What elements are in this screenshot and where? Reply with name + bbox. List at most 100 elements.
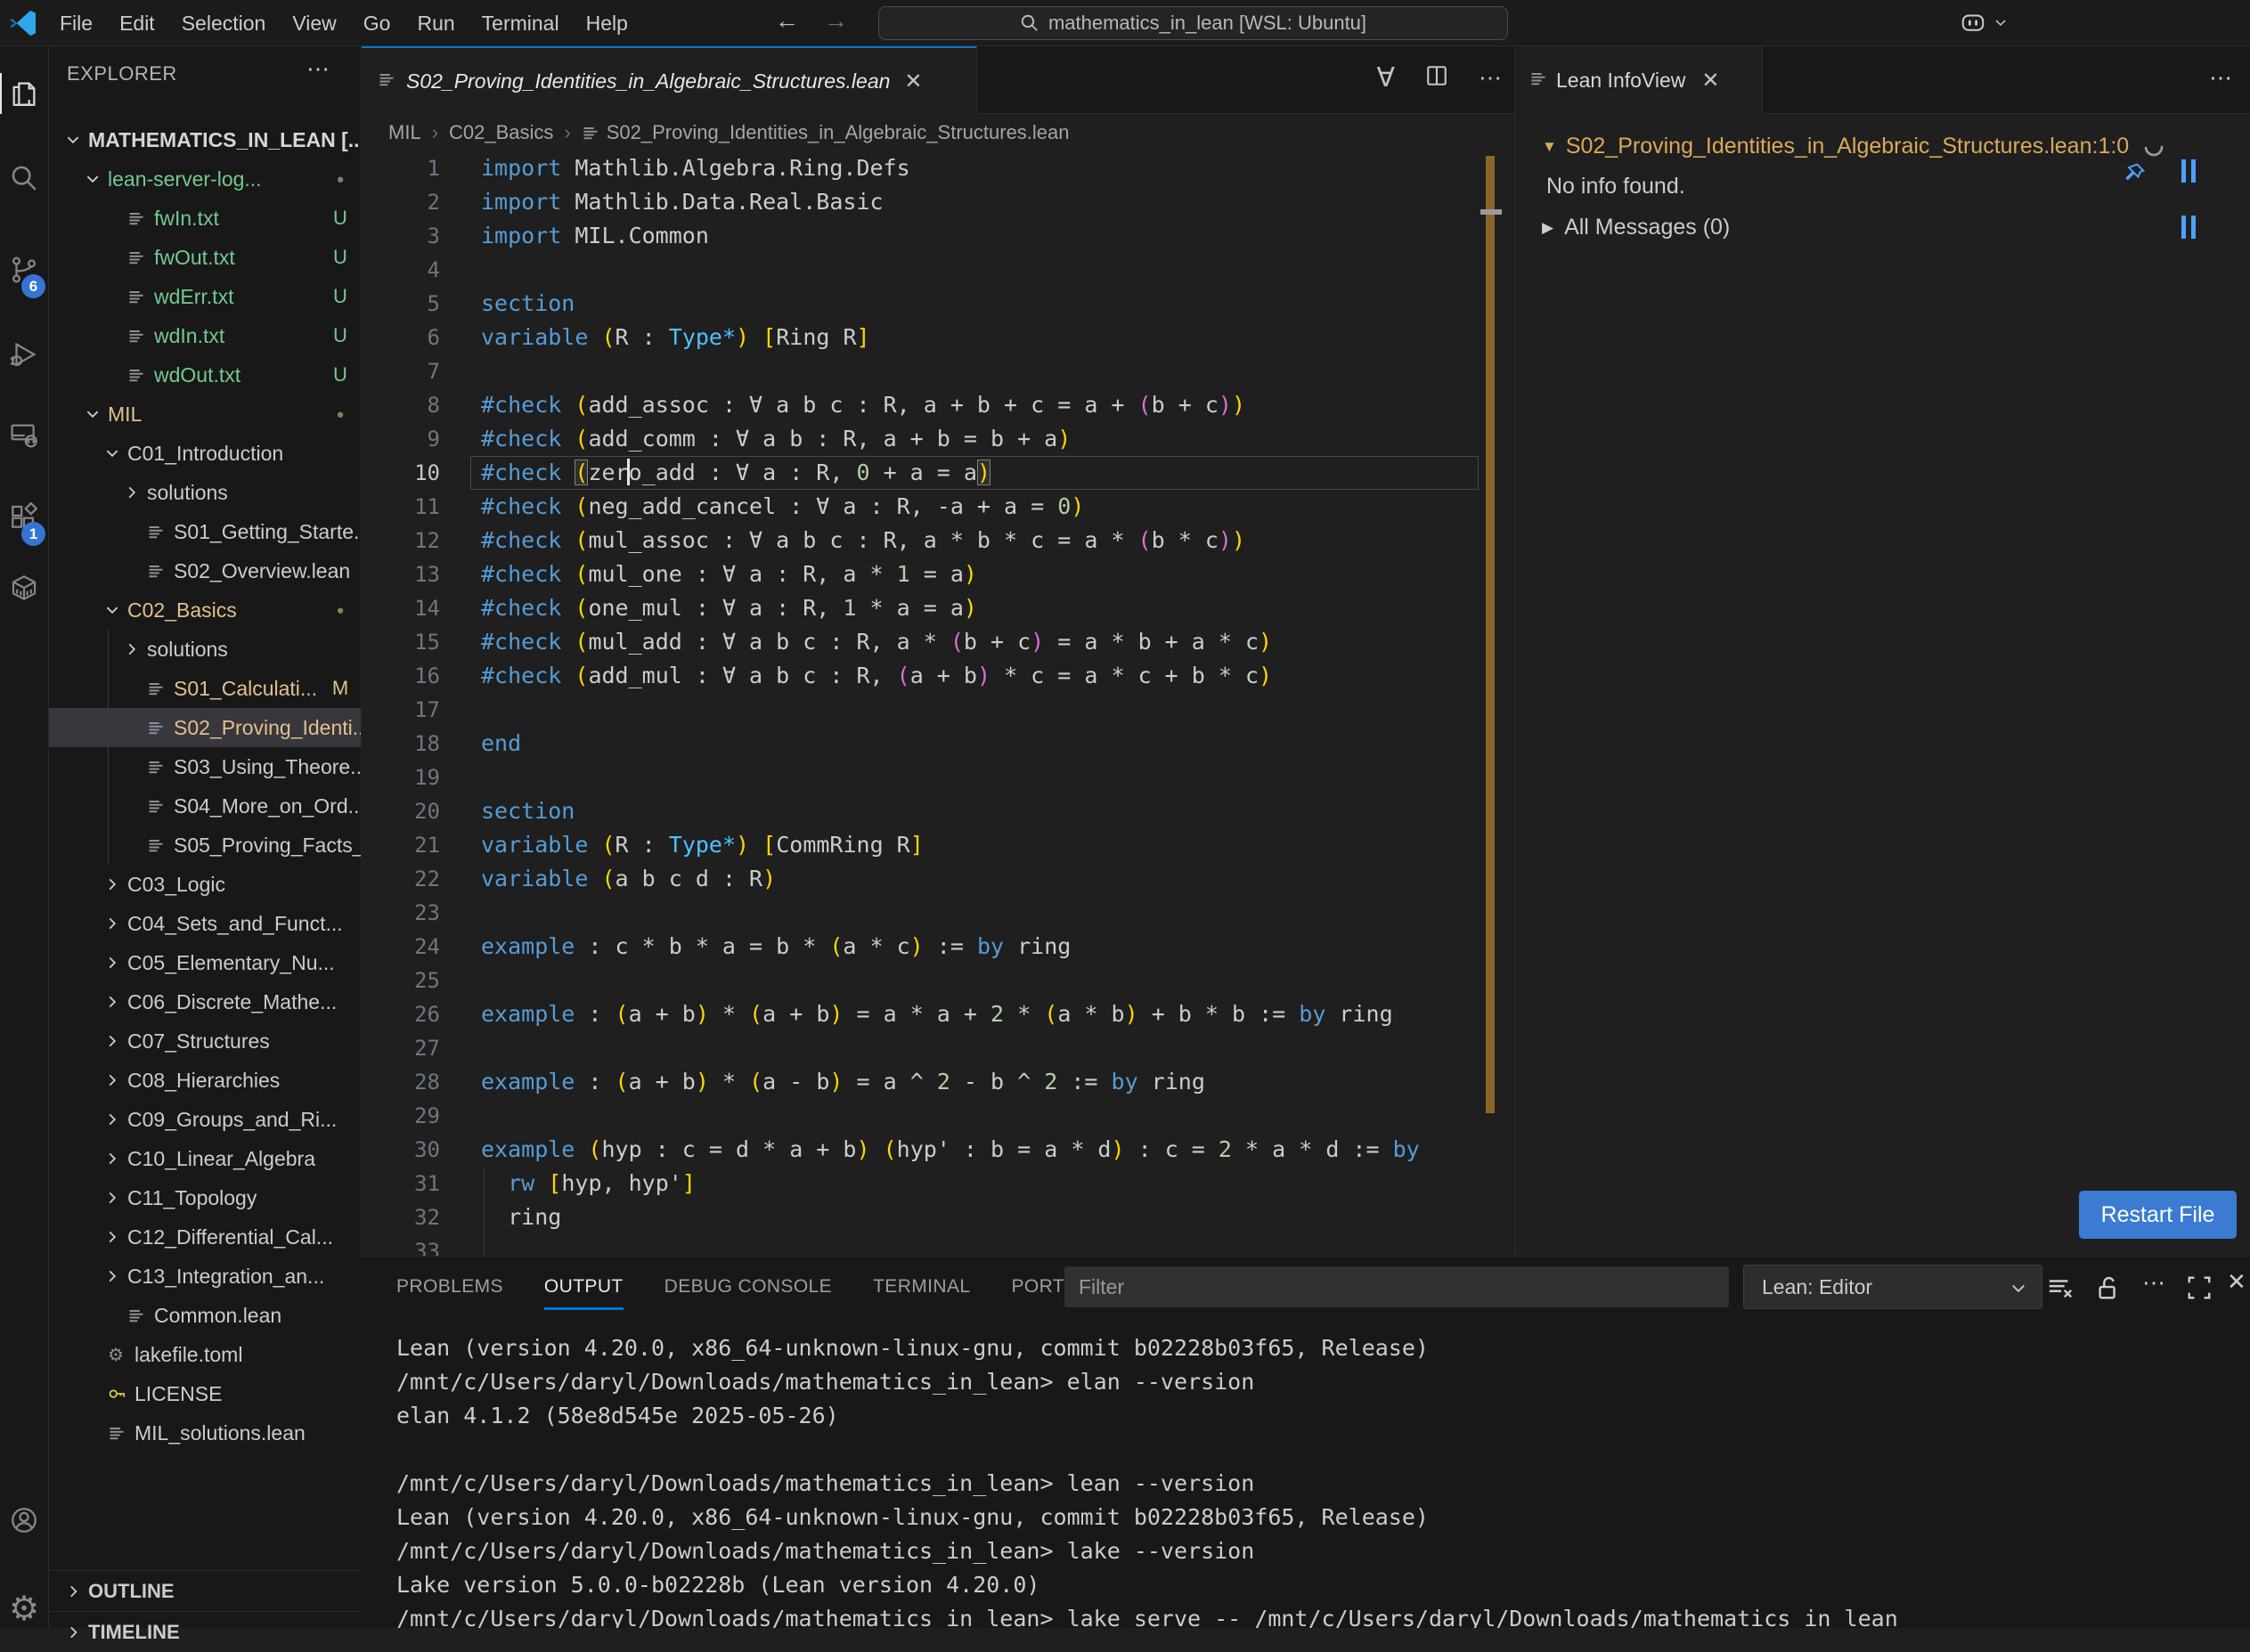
- menu-file[interactable]: File: [46, 6, 106, 41]
- code-line-31[interactable]: 31 rw [hyp, hyp']: [362, 1167, 1514, 1200]
- tree-item-c03-logic[interactable]: C03_Logic: [49, 865, 361, 904]
- unlock-icon[interactable]: [2095, 1274, 2122, 1306]
- code-line-8[interactable]: 8#check (add_assoc : ∀ a b c : R, a + b …: [362, 388, 1514, 422]
- menu-help[interactable]: Help: [573, 6, 641, 41]
- tree-item-s04-more-on-ord-[interactable]: S04_More_on_Ord...: [49, 786, 361, 826]
- code-line-30[interactable]: 30example (hyp : c = d * a + b) (hyp' : …: [362, 1133, 1514, 1167]
- tree-item-c09-groups-and-ri-[interactable]: C09_Groups_and_Ri...: [49, 1100, 361, 1139]
- code-line-25[interactable]: 25: [362, 964, 1514, 997]
- tree-item-c12-differential-cal-[interactable]: C12_Differential_Cal...: [49, 1217, 361, 1257]
- infoview-all-messages[interactable]: ▶ All Messages (0): [1542, 215, 1730, 240]
- split-editor-icon[interactable]: [1425, 64, 1448, 92]
- menu-go[interactable]: Go: [350, 6, 404, 41]
- breadcrumb-item[interactable]: C02_Basics: [449, 121, 553, 144]
- tree-item-license[interactable]: LICENSE: [49, 1374, 361, 1413]
- code-line-1[interactable]: 1import Mathlib.Algebra.Ring.Defs: [362, 151, 1514, 185]
- code-line-21[interactable]: 21variable (R : Type*) [CommRing R]: [362, 828, 1514, 862]
- settings-gear-icon[interactable]: ⚙: [9, 1589, 41, 1621]
- code-line-10[interactable]: 10#check (zero_add : ∀ a : R, 0 + a = a): [362, 456, 1514, 490]
- tree-item-c13-integration-an-[interactable]: C13_Integration_an...: [49, 1257, 361, 1296]
- pause-updates-icon[interactable]: [2181, 159, 2196, 183]
- code-line-16[interactable]: 16#check (add_mul : ∀ a b c : R, (a + b)…: [362, 659, 1514, 693]
- editor-tab-active[interactable]: S02_Proving_Identities_in_Algebraic_Stru…: [362, 46, 977, 114]
- timeline-section[interactable]: TIMELINE: [49, 1611, 361, 1652]
- nav-back-arrow[interactable]: ←: [775, 7, 799, 35]
- output-channel-dropdown[interactable]: Lean: Editor: [1743, 1265, 2042, 1309]
- tree-item-s05-proving-facts-[interactable]: S05_Proving_Facts_...: [49, 826, 361, 865]
- breadcrumb-item[interactable]: MIL: [388, 121, 421, 144]
- run-debug-icon[interactable]: [9, 339, 41, 371]
- expand-triangle-icon[interactable]: ▶: [1542, 219, 1553, 237]
- tree-item-fwout-txt[interactable]: fwOut.txtU: [49, 238, 361, 277]
- panel-tab-debug-console[interactable]: DEBUG CONSOLE: [664, 1257, 832, 1317]
- restart-file-button[interactable]: Restart File: [2079, 1191, 2237, 1239]
- menu-selection[interactable]: Selection: [168, 6, 280, 41]
- tree-item-c08-hierarchies[interactable]: C08_Hierarchies: [49, 1061, 361, 1100]
- code-line-3[interactable]: 3import MIL.Common: [362, 219, 1514, 253]
- tree-item-c02-basics[interactable]: C02_Basics●: [49, 590, 361, 630]
- code-line-9[interactable]: 9#check (add_comm : ∀ a b : R, a + b = b…: [362, 422, 1514, 456]
- tree-item-s02-proving-identi-[interactable]: S02_Proving_Identi...: [49, 708, 361, 747]
- tree-item-wdout-txt[interactable]: wdOut.txtU: [49, 355, 361, 395]
- code-editor[interactable]: 1import Mathlib.Algebra.Ring.Defs2import…: [362, 151, 1514, 1256]
- code-line-18[interactable]: 18end: [362, 727, 1514, 761]
- tree-item-c10-linear-algebra[interactable]: C10_Linear_Algebra: [49, 1139, 361, 1178]
- panel-more-actions-icon[interactable]: ⋯: [2142, 1269, 2165, 1297]
- output-filter-input[interactable]: Filter: [1064, 1266, 1729, 1307]
- breadcrumb[interactable]: MIL›C02_Basics›S02_Proving_Identities_in…: [362, 114, 1514, 151]
- tree-item-lakefile-toml[interactable]: ⚙lakefile.toml: [49, 1335, 361, 1374]
- tree-item-s03-using-theore-[interactable]: S03_Using_Theore...: [49, 747, 361, 786]
- code-line-2[interactable]: 2import Mathlib.Data.Real.Basic: [362, 185, 1514, 219]
- code-line-4[interactable]: 4: [362, 253, 1514, 287]
- explorer-more-actions-icon[interactable]: ⋯: [306, 55, 330, 83]
- infoview-file-position[interactable]: ▼ S02_Proving_Identities_in_Algebraic_St…: [1542, 134, 2164, 159]
- panel-tab-terminal[interactable]: TERMINAL: [873, 1257, 970, 1317]
- panel-tab-output[interactable]: OUTPUT: [544, 1257, 624, 1317]
- pause-all-messages-icon[interactable]: [2181, 216, 2196, 239]
- output-log[interactable]: Lean (version 4.20.0, x86_64-unknown-lin…: [396, 1331, 2241, 1628]
- tree-item-solutions[interactable]: solutions: [49, 473, 361, 512]
- code-line-20[interactable]: 20section: [362, 794, 1514, 828]
- collapse-triangle-icon[interactable]: ▼: [1542, 138, 1557, 156]
- code-line-14[interactable]: 14#check (one_mul : ∀ a : R, 1 * a = a): [362, 591, 1514, 625]
- tree-item-c07-structures[interactable]: C07_Structures: [49, 1021, 361, 1061]
- code-line-24[interactable]: 24example : c * b * a = b * (a * c) := b…: [362, 930, 1514, 964]
- breadcrumb-item[interactable]: S02_Proving_Identities_in_Algebraic_Stru…: [607, 121, 1070, 144]
- panel-tab-problems[interactable]: PROBLEMS: [396, 1257, 503, 1317]
- tree-item-s02-overview-lean[interactable]: S02_Overview.lean: [49, 551, 361, 590]
- code-line-19[interactable]: 19: [362, 761, 1514, 794]
- tree-item-mathematics-in-lean-[interactable]: MATHEMATICS_IN_LEAN [...: [49, 120, 361, 159]
- tree-item-lean-server-log-[interactable]: lean-server-log...●: [49, 159, 361, 199]
- tree-item-c05-elementary-nu-[interactable]: C05_Elementary_Nu...: [49, 943, 361, 982]
- tree-item-c01-introduction[interactable]: C01_Introduction: [49, 434, 361, 473]
- code-line-29[interactable]: 29: [362, 1099, 1514, 1133]
- infoview-tab-close-icon[interactable]: ✕: [1701, 68, 1719, 94]
- clear-output-icon[interactable]: [2047, 1274, 2074, 1306]
- container-tools-icon[interactable]: [9, 573, 41, 605]
- code-line-33[interactable]: 33: [362, 1234, 1514, 1256]
- remote-explorer-icon[interactable]: [9, 420, 41, 452]
- tree-item-solutions[interactable]: solutions: [49, 630, 361, 669]
- code-line-7[interactable]: 7: [362, 354, 1514, 388]
- code-line-23[interactable]: 23: [362, 896, 1514, 930]
- tree-item-wderr-txt[interactable]: wdErr.txtU: [49, 277, 361, 316]
- menu-view[interactable]: View: [279, 6, 349, 41]
- pin-icon[interactable]: [2123, 160, 2148, 190]
- code-line-22[interactable]: 22variable (a b c d : R): [362, 862, 1514, 896]
- tree-item-c04-sets-and-funct-[interactable]: C04_Sets_and_Funct...: [49, 904, 361, 943]
- nav-forward-arrow[interactable]: →: [824, 7, 848, 35]
- command-center-search[interactable]: mathematics_in_lean [WSL: Ubuntu]: [878, 6, 1508, 40]
- code-line-32[interactable]: 32 ring: [362, 1200, 1514, 1234]
- code-line-6[interactable]: 6variable (R : Type*) [Ring R]: [362, 321, 1514, 354]
- tree-item-s01-calculati-[interactable]: S01_Calculati...M: [49, 669, 361, 708]
- close-panel-icon[interactable]: ✕: [2227, 1268, 2246, 1296]
- code-line-27[interactable]: 27: [362, 1031, 1514, 1065]
- menu-run[interactable]: Run: [404, 6, 468, 41]
- code-line-26[interactable]: 26example : (a + b) * (a + b) = a * a + …: [362, 997, 1514, 1031]
- outline-section[interactable]: OUTLINE: [49, 1570, 361, 1611]
- code-line-15[interactable]: 15#check (mul_add : ∀ a b c : R, a * (b …: [362, 625, 1514, 659]
- tree-item-mil[interactable]: MIL●: [49, 395, 361, 434]
- code-line-5[interactable]: 5section: [362, 287, 1514, 321]
- tree-item-s01-getting-starte-[interactable]: S01_Getting_Starte...: [49, 512, 361, 551]
- infoview-more-actions-icon[interactable]: ⋯: [2209, 64, 2232, 92]
